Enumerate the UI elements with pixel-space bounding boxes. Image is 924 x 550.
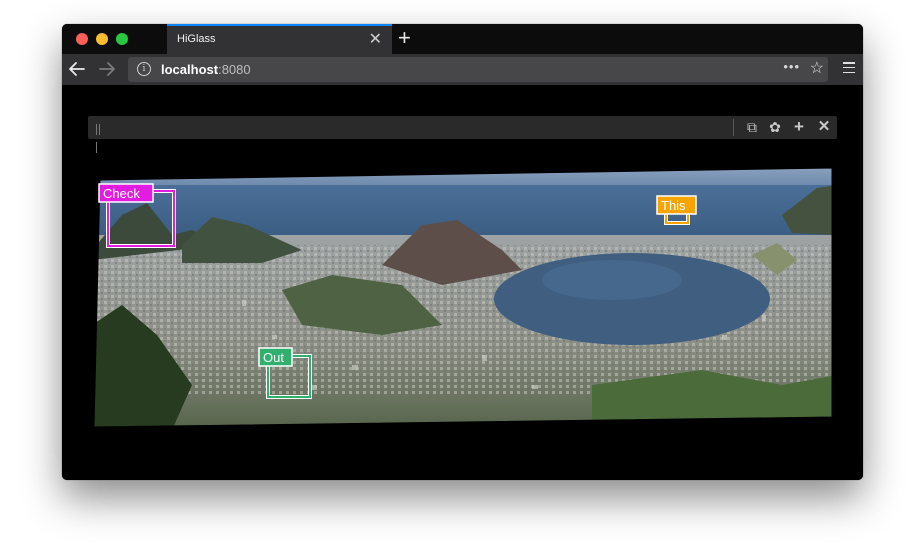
tab-close-icon[interactable]: ✕ — [369, 30, 382, 50]
browser-window: HiGlass ✕ + i localhost:8080 ••• ☆ Check… — [62, 24, 863, 480]
forward-arrow-icon[interactable] — [96, 58, 118, 80]
url-text: localhost:8080 — [161, 62, 251, 77]
info-icon[interactable]: i — [137, 62, 151, 76]
star-icon[interactable]: ☆ — [810, 58, 824, 78]
annotation-label-out: Out — [263, 350, 284, 365]
more-icon[interactable]: ••• — [783, 59, 800, 74]
drag-handle-icon[interactable] — [96, 122, 104, 153]
image-track[interactable]: Check This Out — [62, 85, 863, 480]
plus-icon[interactable]: + — [790, 118, 808, 136]
panorama-image[interactable]: Check This Out — [62, 85, 863, 480]
url-host: localhost — [161, 62, 219, 77]
tab-title: HiGlass — [177, 33, 216, 45]
higlass-view-header: ⧉ ✿ + ✕ — [88, 116, 837, 153]
page-viewport: Check This Out ⧉ ✿ + ✕ — [62, 85, 863, 480]
back-arrow-icon[interactable] — [66, 58, 88, 80]
close-icon[interactable]: ✕ — [815, 118, 833, 136]
hamburger-menu-icon[interactable] — [843, 62, 855, 74]
navigation-bar: i localhost:8080 ••• ☆ — [62, 54, 863, 85]
close-window-button[interactable] — [76, 33, 88, 45]
address-bar[interactable]: i localhost:8080 ••• ☆ — [128, 57, 828, 82]
url-port: :8080 — [218, 62, 251, 77]
maximize-window-button[interactable] — [116, 33, 128, 45]
new-tab-plus-icon[interactable]: + — [398, 26, 411, 50]
tab-bar: HiGlass ✕ + — [62, 24, 863, 54]
copy-icon[interactable]: ⧉ — [743, 118, 761, 136]
annotation-label-this: This — [661, 198, 686, 213]
minimize-window-button[interactable] — [96, 33, 108, 45]
tab-higlass[interactable]: HiGlass ✕ — [167, 24, 392, 54]
toolbar-divider — [733, 119, 734, 136]
annotation-label-check: Check — [103, 186, 140, 201]
gear-icon[interactable]: ✿ — [766, 118, 784, 136]
